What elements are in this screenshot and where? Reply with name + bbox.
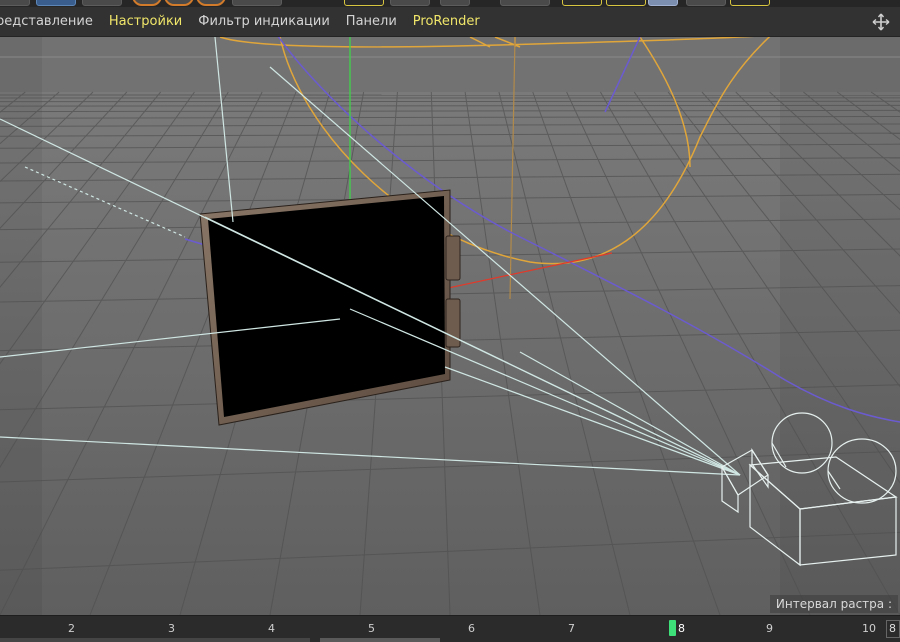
timeline-tick: 4	[268, 622, 275, 635]
tool-button[interactable]	[730, 0, 770, 6]
tool-button[interactable]	[344, 0, 384, 6]
tool-button[interactable]	[132, 0, 162, 6]
navigation-move-icon[interactable]	[872, 13, 890, 31]
timeline-playhead[interactable]	[669, 620, 676, 636]
menu-display-filter[interactable]: Фильтр индикации	[198, 14, 330, 29]
viewport-scene	[0, 37, 900, 615]
timeline-tick: 5	[368, 622, 375, 635]
tool-button[interactable]	[164, 0, 194, 6]
current-frame-field[interactable]: 8	[886, 620, 900, 638]
timeline-tick: 9	[766, 622, 773, 635]
grid-spacing-label: Интервал растра :	[769, 595, 898, 613]
safe-frame-left	[0, 37, 42, 615]
timeline-track	[320, 638, 440, 642]
tool-button[interactable]	[562, 0, 602, 6]
tool-button[interactable]	[196, 0, 226, 6]
menu-panels[interactable]: Панели	[346, 14, 397, 29]
timeline-ruler[interactable]: 2 3 4 5 6 7 8 9 10 8	[0, 615, 900, 642]
tool-button[interactable]	[0, 0, 30, 6]
tool-button[interactable]	[232, 0, 282, 6]
tool-button[interactable]	[606, 0, 646, 6]
tool-button[interactable]	[390, 0, 430, 6]
tool-button[interactable]	[82, 0, 122, 6]
tool-button[interactable]	[440, 0, 470, 6]
timeline-tick: 10	[862, 622, 876, 635]
tool-button[interactable]	[500, 0, 550, 6]
tool-button[interactable]	[686, 0, 726, 6]
tool-button[interactable]	[648, 0, 678, 6]
timeline-tick: 3	[168, 622, 175, 635]
menu-settings[interactable]: Настройки	[109, 14, 182, 29]
timeline-tick: 7	[568, 622, 575, 635]
timeline-tick: 2	[68, 622, 75, 635]
timeline-tick: 6	[468, 622, 475, 635]
tool-button[interactable]	[36, 0, 76, 6]
menu-view[interactable]: редставление	[0, 14, 93, 29]
timeline-track	[0, 638, 310, 642]
timeline-tick-current: 8	[678, 622, 685, 635]
viewport-menubar: редставление Настройки Фильтр индикации …	[0, 7, 900, 37]
menu-prorender[interactable]: ProRender	[413, 14, 480, 29]
3d-viewport[interactable]: Интервал растра :	[0, 37, 900, 615]
top-toolbar	[0, 0, 900, 7]
